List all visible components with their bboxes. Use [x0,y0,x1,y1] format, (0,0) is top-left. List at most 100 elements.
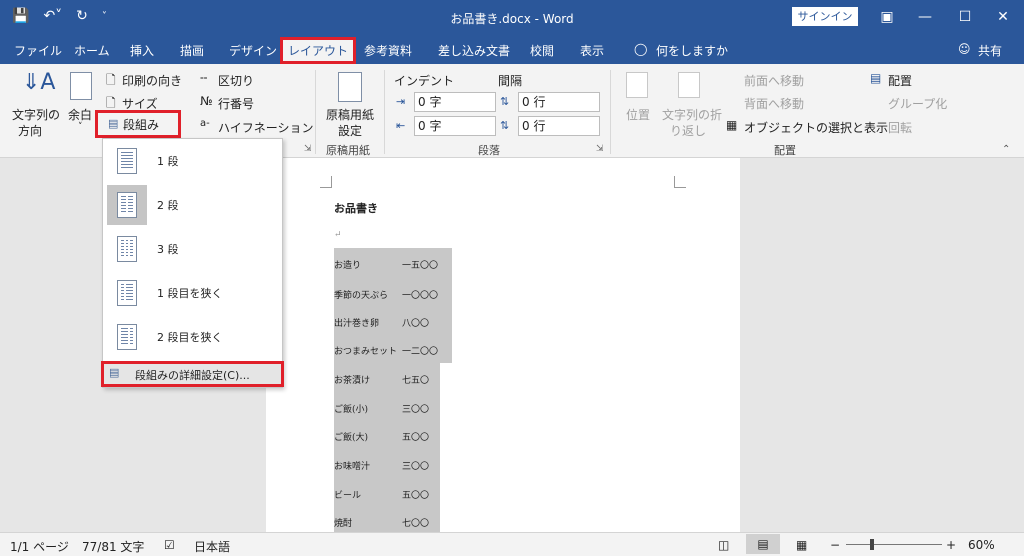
zoom-level[interactable]: 60% [968,538,995,552]
more-columns-label: 段組みの詳細設定(C)... [135,369,250,382]
tab-design[interactable]: デザイン [229,42,277,59]
page-setup-launcher-icon[interactable]: ⇲ [304,144,312,154]
tab-review[interactable]: 校閲 [530,42,554,59]
menu-item-price: 一二〇〇 [402,347,439,357]
zoom-slider-handle[interactable] [870,539,874,550]
menu-item-name: お造り [334,261,362,271]
tab-home[interactable]: ホーム [74,42,110,59]
menu-item-price: 五〇〇 [402,433,430,443]
columns-option-three[interactable]: 3 段 [103,227,282,271]
paragraph-mark: ↵ [334,230,342,240]
more-columns-button[interactable]: ▤ 段組みの詳細設定(C)... [101,361,284,387]
breaks-icon: ╌ [200,71,208,85]
read-mode-icon[interactable]: ◫ [718,538,729,552]
share-button[interactable]: 共有 [978,42,1002,59]
columns-option-two[interactable]: 2 段 [103,183,282,227]
text-direction-button-line2[interactable]: 方向 [18,122,42,139]
three-column-icon [107,229,147,269]
genko-button-line1[interactable]: 原稿用紙 [326,106,374,123]
collapse-ribbon-icon[interactable]: ⌃ [1002,144,1010,155]
separator [315,70,316,154]
doc-heading: お品書き [334,202,378,215]
menu-item-name: ご飯(小) [334,405,369,415]
spacing-after-input[interactable]: 0 行 [518,116,600,136]
web-layout-icon[interactable]: ▦ [796,538,807,552]
menu-item-price: 八〇〇 [402,319,430,329]
indent-right-icon: ⇤ [396,119,406,132]
wrap-text-icon [678,72,700,98]
minimize-icon[interactable]: — [910,6,940,28]
zoom-out-button[interactable]: − [830,538,840,552]
close-icon[interactable]: ✕ [988,6,1018,28]
title-bar: 💾 ↶˅ ↻ ˅ お品書き.docx - Word サインイン ▣ — ☐ ✕ [0,0,1024,36]
wrap-text-button-line2[interactable]: り返し [670,122,706,139]
document-page[interactable]: お品書き ↵ お造り 一五〇〇 季節の天ぷら 一〇〇〇 出汁巻き卵 八〇〇 おつ… [266,158,740,532]
person-icon: ☺ [958,42,971,56]
columns-option-one[interactable]: 1 段 [103,139,282,183]
paragraph-group-label: 段落 [478,144,500,157]
left-narrow-column-icon [107,273,147,313]
menu-item-name: ご飯(大) [334,433,369,443]
wrap-text-button-line1[interactable]: 文字列の折 [662,106,722,123]
tab-layout[interactable]: レイアウト [280,37,357,64]
paragraph-launcher-icon[interactable]: ⇲ [596,144,604,154]
ribbon-tabs: ファイル ホーム 挿入 描画 デザイン レイアウト 参考資料 差し込み文書 校閲… [0,36,1024,64]
tab-mailings[interactable]: 差し込み文書 [438,42,510,59]
option-label: 2 段目を狭く [157,331,223,344]
zoom-in-button[interactable]: + [946,538,956,552]
menu-item-price: 七〇〇 [402,519,430,529]
indent-label: インデント [394,74,455,88]
tab-view[interactable]: 表示 [580,42,604,59]
selection-highlight [334,363,440,532]
page-count[interactable]: 1/1 ページ [10,538,69,555]
hyphenation-button[interactable]: ハイフネーション [218,119,314,136]
word-count[interactable]: 77/81 文字 [82,538,144,555]
text-direction-button-line1[interactable]: 文字列の [12,106,60,123]
breaks-button[interactable]: 区切り [218,72,254,89]
indent-left-input[interactable]: 0 字 [414,92,496,112]
language-indicator[interactable]: 日本語 [194,538,230,555]
menu-item-name: 出汁巻き卵 [334,319,380,329]
genko-button-line2[interactable]: 設定 [338,122,362,139]
margins-button[interactable]: 余白 [68,106,92,123]
columns-option-left[interactable]: 1 段目を狭く [103,271,282,315]
menu-item-name: 焼酎 [334,519,353,529]
spacing-before-icon: ⇅ [500,95,510,108]
status-bar: 1/1 ページ 77/81 文字 ☑ 日本語 ◫ ▤ ▦ − + 60% [0,532,1024,556]
orientation-button[interactable]: 印刷の向き [122,72,182,89]
menu-item-price: 一五〇〇 [402,261,439,271]
send-backward-button[interactable]: 背面へ移動 [744,95,804,112]
group-button[interactable]: グループ化 [888,95,947,112]
align-button[interactable]: 配置 [888,72,912,89]
line-numbers-button[interactable]: 行番号 [218,95,254,112]
menu-item-name: おつまみセット [334,347,398,357]
margins-chevron-icon: ˅ [78,122,83,132]
columns-icon: ▤ [109,366,120,379]
columns-option-right[interactable]: 2 段目を狭く [103,315,282,359]
option-label: 3 段 [157,243,179,256]
selection-pane-button[interactable]: オブジェクトの選択と表示 [744,119,888,136]
tab-draw[interactable]: 描画 [180,42,204,59]
columns-icon: ▤ [108,117,119,130]
maximize-icon[interactable]: ☐ [950,6,980,28]
position-button[interactable]: 位置 [626,106,650,123]
tab-insert[interactable]: 挿入 [130,42,154,59]
menu-item-name: お茶漬け [334,376,371,386]
tell-me-search[interactable]: 何をしますか [656,42,728,59]
size-button[interactable]: サイズ [122,95,158,112]
spacing-before-input[interactable]: 0 行 [518,92,600,112]
ribbon-display-icon[interactable]: ▣ [872,6,902,28]
bring-forward-button[interactable]: 前面へ移動 [744,72,804,89]
tab-references[interactable]: 参考資料 [364,42,412,59]
option-label: 1 段目を狭く [157,287,223,300]
print-layout-icon[interactable]: ▤ [746,534,780,554]
indent-right-input[interactable]: 0 字 [414,116,496,136]
zoom-slider[interactable] [846,544,942,545]
signin-button[interactable]: サインイン [792,7,858,26]
spacing-after-icon: ⇅ [500,119,510,132]
rotate-button[interactable]: 回転 [888,119,912,136]
proofing-icon[interactable]: ☑ [164,538,175,552]
tab-file[interactable]: ファイル [14,42,62,59]
one-column-icon [107,141,147,181]
margin-mark [674,176,686,188]
